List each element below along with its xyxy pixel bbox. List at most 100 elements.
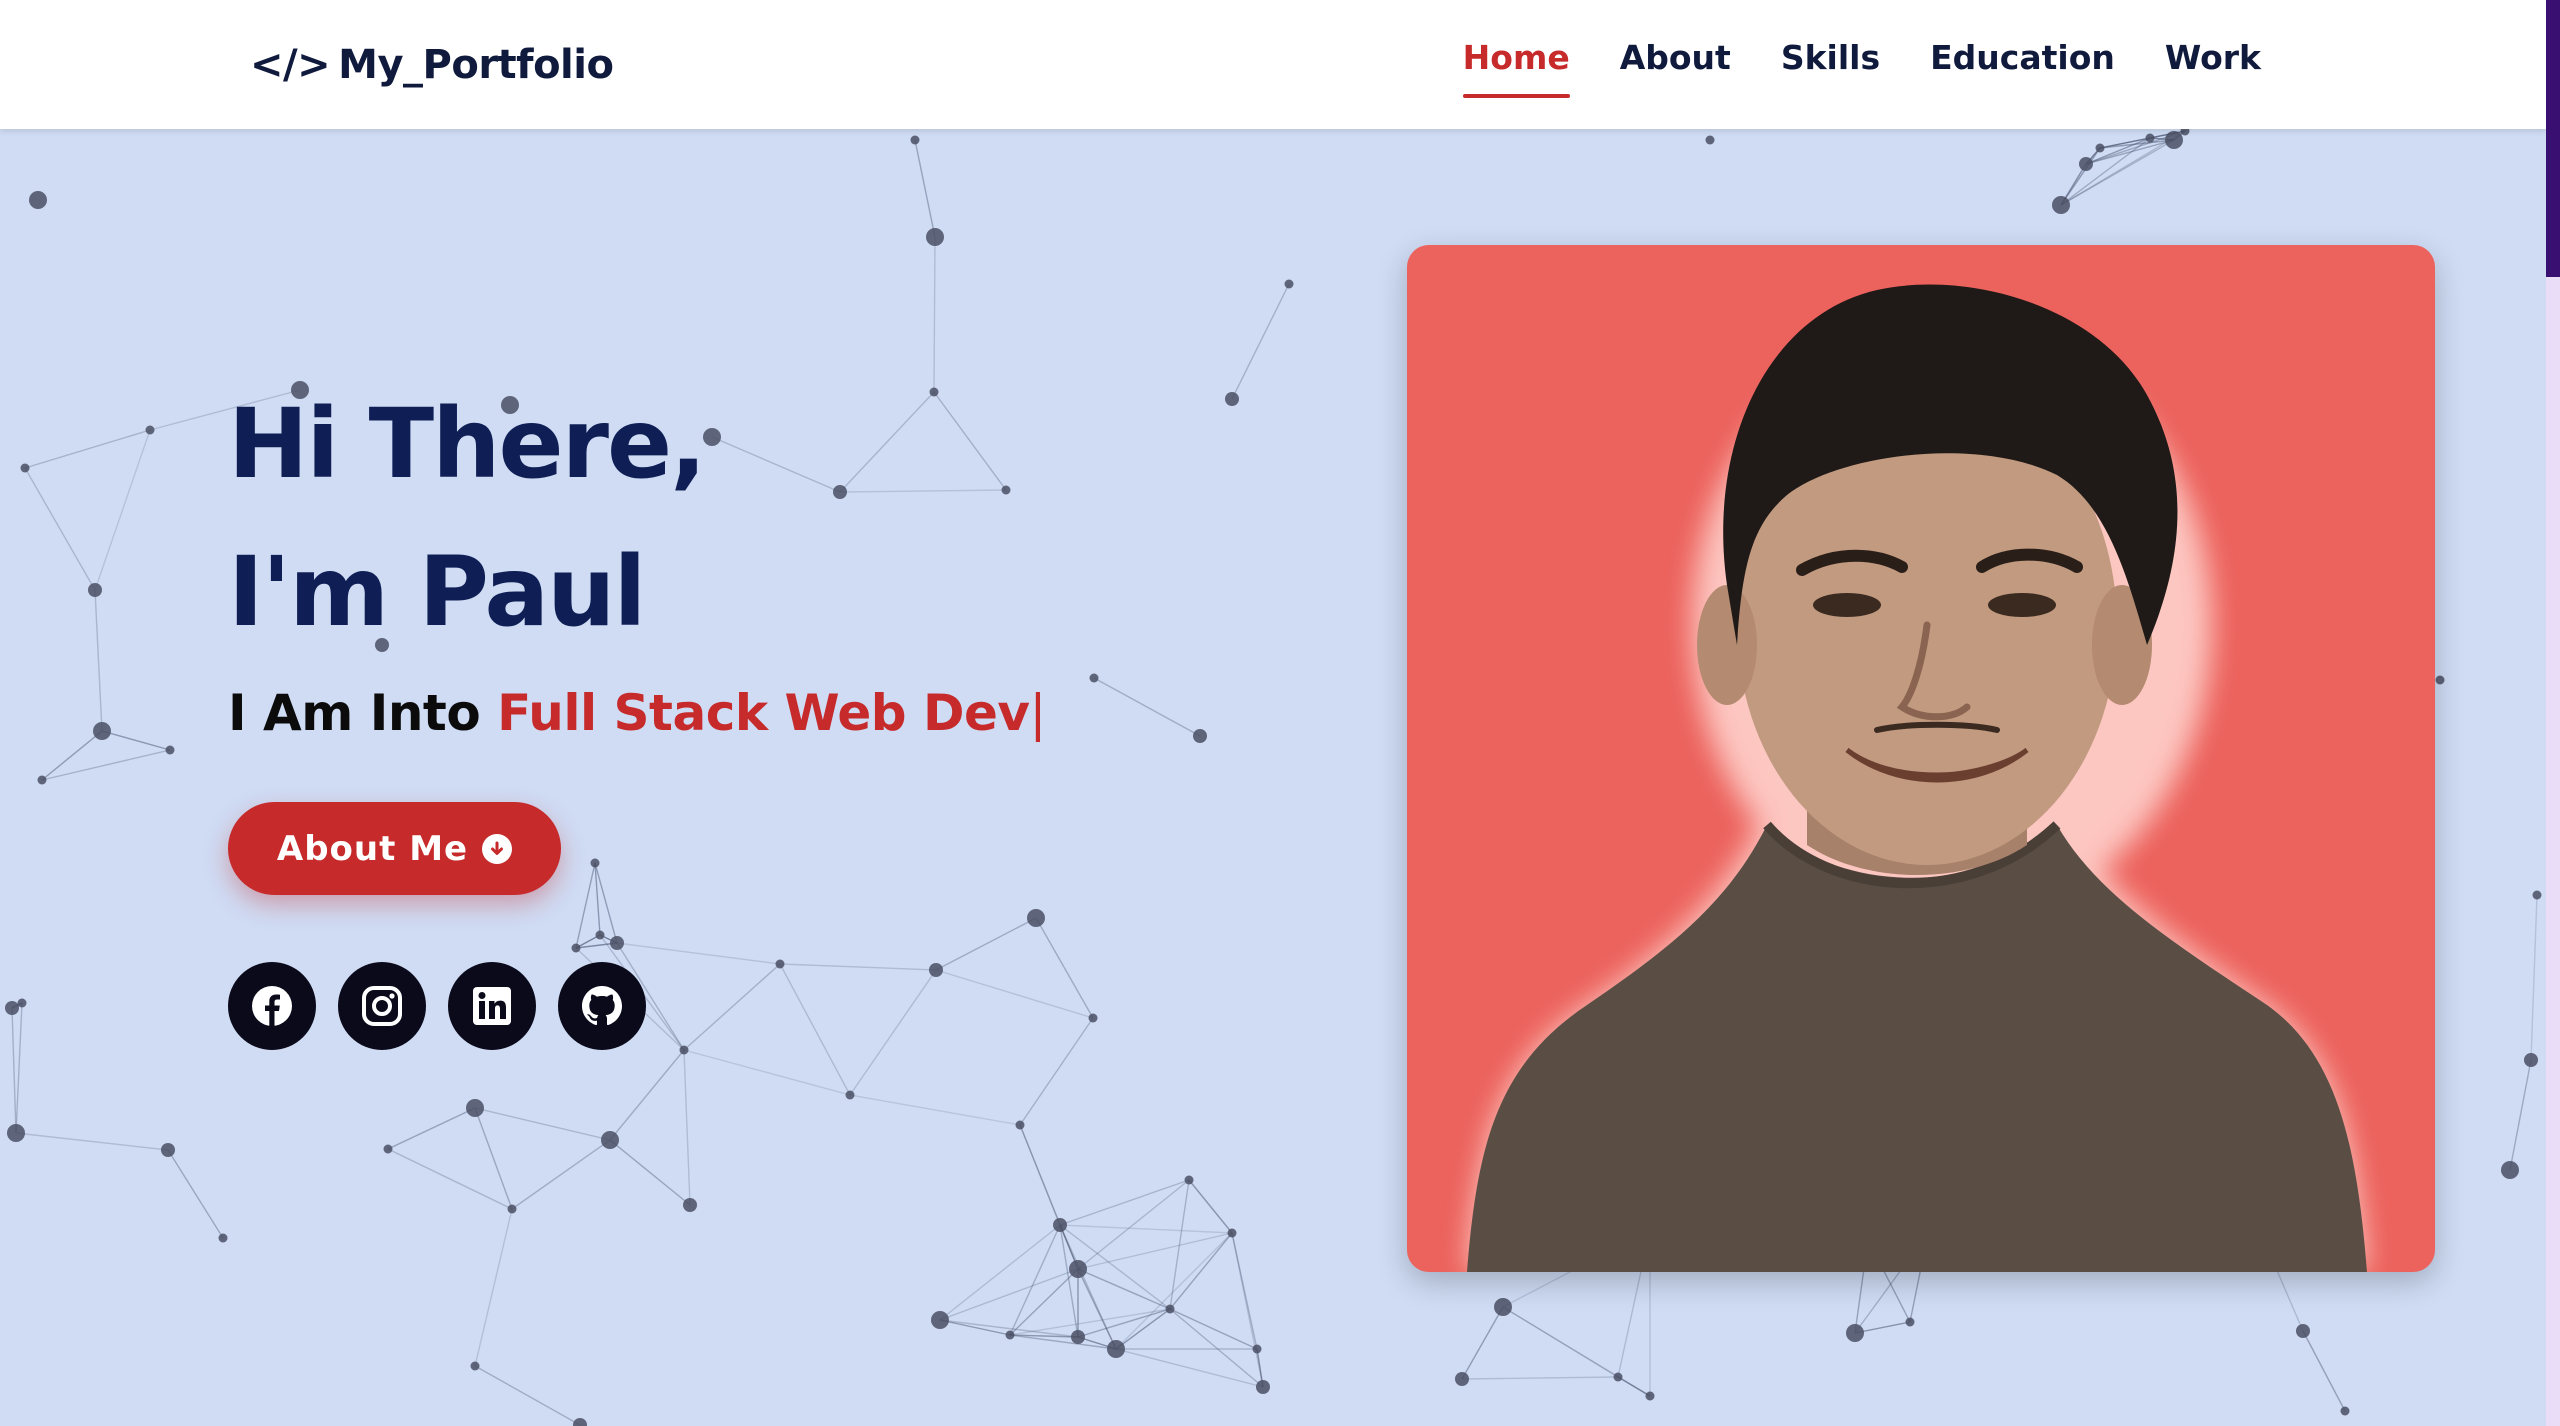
network-link [94, 429, 151, 591]
network-node [2501, 1161, 2519, 1179]
network-link [167, 1149, 224, 1239]
nav-about[interactable]: About [1595, 38, 1756, 98]
network-link [1093, 677, 1201, 737]
network-node [1089, 673, 1099, 683]
network-node [1455, 1372, 1469, 1386]
logo-text: My_Portfolio [338, 42, 614, 88]
network-node [2532, 890, 2542, 900]
network-node [218, 1233, 228, 1243]
network-node [2079, 157, 2093, 171]
network-link [474, 1107, 611, 1141]
network-node [1494, 1298, 1512, 1316]
network-node [926, 228, 944, 246]
network-link [94, 589, 103, 732]
typing-role: Full Stack Web Dev [497, 684, 1030, 742]
network-node [1107, 1340, 1125, 1358]
network-link [849, 969, 937, 1096]
network-node [929, 963, 943, 977]
greeting-line-1: Hi There, [228, 388, 707, 500]
network-node [2524, 1053, 2538, 1067]
facebook-link[interactable] [228, 962, 316, 1050]
network-link [1231, 283, 1290, 400]
network-node [1015, 1120, 1025, 1130]
network-node [93, 722, 111, 740]
network-link [1115, 1232, 1233, 1350]
page-scrollbar[interactable] [2546, 0, 2560, 1426]
network-link [1461, 1306, 1504, 1380]
linkedin-link[interactable] [448, 962, 536, 1050]
network-node [1227, 1228, 1237, 1238]
network-node [2340, 1406, 2350, 1416]
instagram-link[interactable] [338, 962, 426, 1050]
network-link [935, 917, 1037, 971]
network-node [161, 1143, 175, 1157]
network-node [845, 1090, 855, 1100]
hero-intro: Hi There, I'm Paul I Am Into Full Stack … [228, 370, 1046, 742]
typing-text: I Am Into Full Stack Web Dev| [228, 684, 1046, 742]
network-node [29, 191, 47, 209]
network-link [24, 429, 151, 469]
network-link [2509, 1059, 2532, 1171]
github-link[interactable] [558, 962, 646, 1050]
network-node [2296, 1324, 2310, 1338]
network-node [1225, 392, 1239, 406]
nav-education[interactable]: Education [1905, 38, 2140, 98]
network-link [1009, 1224, 1061, 1336]
network-node [573, 1418, 587, 1426]
network-node [1905, 1317, 1915, 1327]
top-navbar: </> My_Portfolio Home About Skills Educa… [0, 0, 2546, 129]
network-node [1613, 1372, 1623, 1382]
network-node [1088, 1013, 1098, 1023]
network-node [470, 1361, 480, 1371]
network-link [24, 467, 96, 591]
network-link [939, 1224, 1061, 1321]
social-links [228, 962, 646, 1050]
network-link [616, 942, 781, 965]
network-node [1071, 1330, 1085, 1344]
network-node [88, 583, 102, 597]
scrollbar-thumb[interactable] [2546, 0, 2560, 277]
network-link [683, 1049, 691, 1206]
network-node [17, 998, 27, 1008]
typing-cursor: | [1029, 684, 1046, 742]
portrait-illustration [1467, 284, 2367, 1272]
network-link [939, 1268, 1079, 1321]
network-link [683, 963, 781, 1051]
network-link [1019, 1017, 1094, 1126]
network-node [37, 775, 47, 785]
network-node [1645, 1391, 1655, 1401]
network-link [474, 1365, 581, 1426]
network-link [1617, 1376, 1651, 1397]
network-link [779, 963, 851, 1096]
network-node [5, 1001, 19, 1015]
network-link [849, 1094, 1021, 1126]
network-link [11, 1007, 17, 1134]
network-node [1193, 729, 1207, 743]
network-node [1069, 1260, 1087, 1278]
nav-skills[interactable]: Skills [1756, 38, 1905, 98]
network-link [1019, 1124, 1061, 1226]
network-node [931, 1311, 949, 1329]
network-link [1188, 1179, 1233, 1234]
network-link [1059, 1179, 1190, 1226]
code-icon: </> [250, 42, 331, 88]
network-node [1005, 1330, 1015, 1340]
network-link [1059, 1224, 1233, 1234]
network-node [571, 943, 581, 953]
linkedin-icon [473, 987, 511, 1025]
about-me-button[interactable]: About Me [228, 802, 561, 895]
arrow-down-circle-icon [482, 833, 513, 864]
about-me-label: About Me [276, 828, 469, 869]
site-logo[interactable]: </> My_Portfolio [250, 36, 614, 94]
network-node [466, 1099, 484, 1117]
network-link [2530, 894, 2538, 1061]
nav-home[interactable]: Home [1438, 38, 1595, 98]
network-link [1169, 1308, 1258, 1350]
network-link [1461, 1376, 1619, 1380]
nav-work[interactable]: Work [2140, 38, 2286, 98]
github-icon [582, 986, 622, 1026]
network-link [1077, 1308, 1171, 1338]
network-link [1059, 1224, 1079, 1338]
network-node [1165, 1304, 1175, 1314]
network-link [1231, 1232, 1264, 1388]
